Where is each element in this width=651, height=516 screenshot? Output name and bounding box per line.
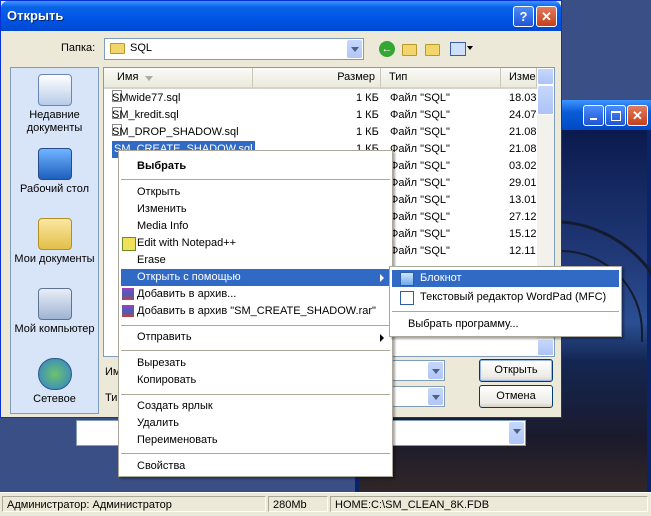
dialog-title: Открыть [7,8,64,23]
status-bar: Администратор: Администратор 280Mb HOME:… [0,492,651,516]
places-bar: Недавние документы Рабочий стол Мои доку… [10,67,99,414]
menu-item-choose-program[interactable]: Выбрать программу... [392,316,619,333]
my-computer-icon [37,288,72,320]
cancel-button[interactable]: Отмена [479,385,553,408]
file-row[interactable]: SM_kredit.sql 1 КБ Файл "SQL" 24.07 [104,107,537,124]
place-network[interactable]: Сетевое [11,358,98,406]
file-row[interactable]: SMwide77.sql 1 КБ Файл "SQL" 18.03 [104,90,537,107]
status-memory: 280Mb [268,496,328,512]
context-menu: Выбрать Открыть Изменить Media Info Edit… [118,150,393,477]
menu-item-edit[interactable]: Изменить [121,201,390,218]
folder-icon [110,42,125,54]
menu-separator [392,311,619,312]
open-button[interactable]: Открыть [479,359,553,382]
open-with-submenu: Блокнот Текстовый редактор WordPad (MFC)… [389,266,622,337]
menu-separator [121,350,390,351]
column-header-type[interactable]: Тип [381,68,501,89]
chevron-down-icon[interactable] [509,422,524,444]
menu-item-rename[interactable]: Переименовать [121,432,390,449]
status-database: HOME:C:\SM_CLEAN_8K.FDB [330,496,648,512]
scroll-up-icon[interactable] [537,68,554,85]
desktop-icon [37,148,72,180]
recent-documents-icon [37,74,72,106]
menu-item-send-to[interactable]: Отправить [121,329,390,346]
chevron-down-icon[interactable] [428,388,443,405]
filename-combobox[interactable] [389,360,445,381]
status-user: Администратор: Администратор [2,496,266,512]
scroll-thumb[interactable] [537,85,554,115]
place-desktop[interactable]: Рабочий стол [11,148,98,196]
chevron-down-icon[interactable] [347,40,362,58]
menu-item-delete[interactable]: Удалить [121,415,390,432]
menu-item-add-to-named-archive[interactable]: Добавить в архив "SM_CREATE_SHADOW.rar" [121,303,390,320]
scroll-down-icon[interactable] [537,339,554,356]
menu-separator [121,325,390,326]
menu-item-notepad[interactable]: Блокнот [392,270,619,287]
place-label: Недавние документы [26,109,83,134]
place-label: Мои документы [14,253,95,265]
new-folder-icon[interactable] [425,40,443,57]
column-header-name[interactable]: Имя [104,68,253,89]
menu-item-edit-notepadpp[interactable]: Edit with Notepad++ [121,235,390,252]
dialog-titlebar: Открыть ? ✕ [1,1,561,31]
menu-item-properties[interactable]: Свойства [121,458,390,475]
menu-item-wordpad[interactable]: Текстовый редактор WordPad (MFC) [392,289,619,306]
place-label: Мой компьютер [14,323,95,335]
menu-separator [121,394,390,395]
notepadpp-icon [122,237,136,251]
chevron-down-icon[interactable] [428,362,443,379]
network-icon [37,358,72,390]
winrar-icon [122,305,134,317]
help-button[interactable]: ? [513,6,534,27]
back-icon[interactable]: ← [379,41,395,57]
submenu-arrow-icon [380,274,384,282]
menu-separator [121,453,390,454]
folder-combobox[interactable]: SQL [104,38,364,60]
menu-item-copy[interactable]: Копировать [121,372,390,389]
place-recent-documents[interactable]: Недавние документы [11,74,98,135]
column-header-size[interactable]: Размер [253,68,381,89]
menu-item-open-with[interactable]: Открыть с помощью [121,269,390,286]
menu-separator [121,179,390,180]
filetype-combobox[interactable] [389,386,445,407]
view-menu-icon[interactable] [450,42,466,56]
wordpad-icon [400,291,414,305]
close-icon[interactable]: ✕ [627,105,648,126]
menu-item-open[interactable]: Открыть [121,184,390,201]
dialog-close-button[interactable]: ✕ [536,6,557,27]
menu-item-cut[interactable]: Вырезать [121,355,390,372]
menu-item-media-info[interactable]: Media Info [121,218,390,235]
maximize-icon[interactable] [605,105,626,126]
place-my-documents[interactable]: Мои документы [11,218,98,266]
menu-item-erase[interactable]: Erase [121,252,390,269]
folder-value: SQL [110,42,152,54]
sort-arrow-icon [145,76,153,81]
my-documents-icon [37,218,72,250]
submenu-arrow-icon [380,334,384,342]
winrar-icon [122,288,134,300]
file-row[interactable]: SM_DROP_SHADOW.sql 1 КБ Файл "SQL" 21.08 [104,124,537,141]
place-label: Рабочий стол [19,183,90,195]
filetype-label: Ти [105,392,118,404]
place-label: Сетевое [33,393,76,405]
notepad-icon [400,272,414,286]
column-header-modified[interactable]: Изме [501,68,537,89]
menu-item-create-shortcut[interactable]: Создать ярлык [121,398,390,415]
minimize-icon[interactable] [583,105,604,126]
up-folder-icon[interactable] [402,40,418,57]
menu-item-add-to-archive[interactable]: Добавить в архив... [121,286,390,303]
menu-item-select[interactable]: Выбрать [121,158,390,175]
place-my-computer[interactable]: Мой компьютер [11,288,98,336]
folder-label: Папка: [61,42,96,54]
view-dropdown-icon[interactable] [467,46,473,50]
